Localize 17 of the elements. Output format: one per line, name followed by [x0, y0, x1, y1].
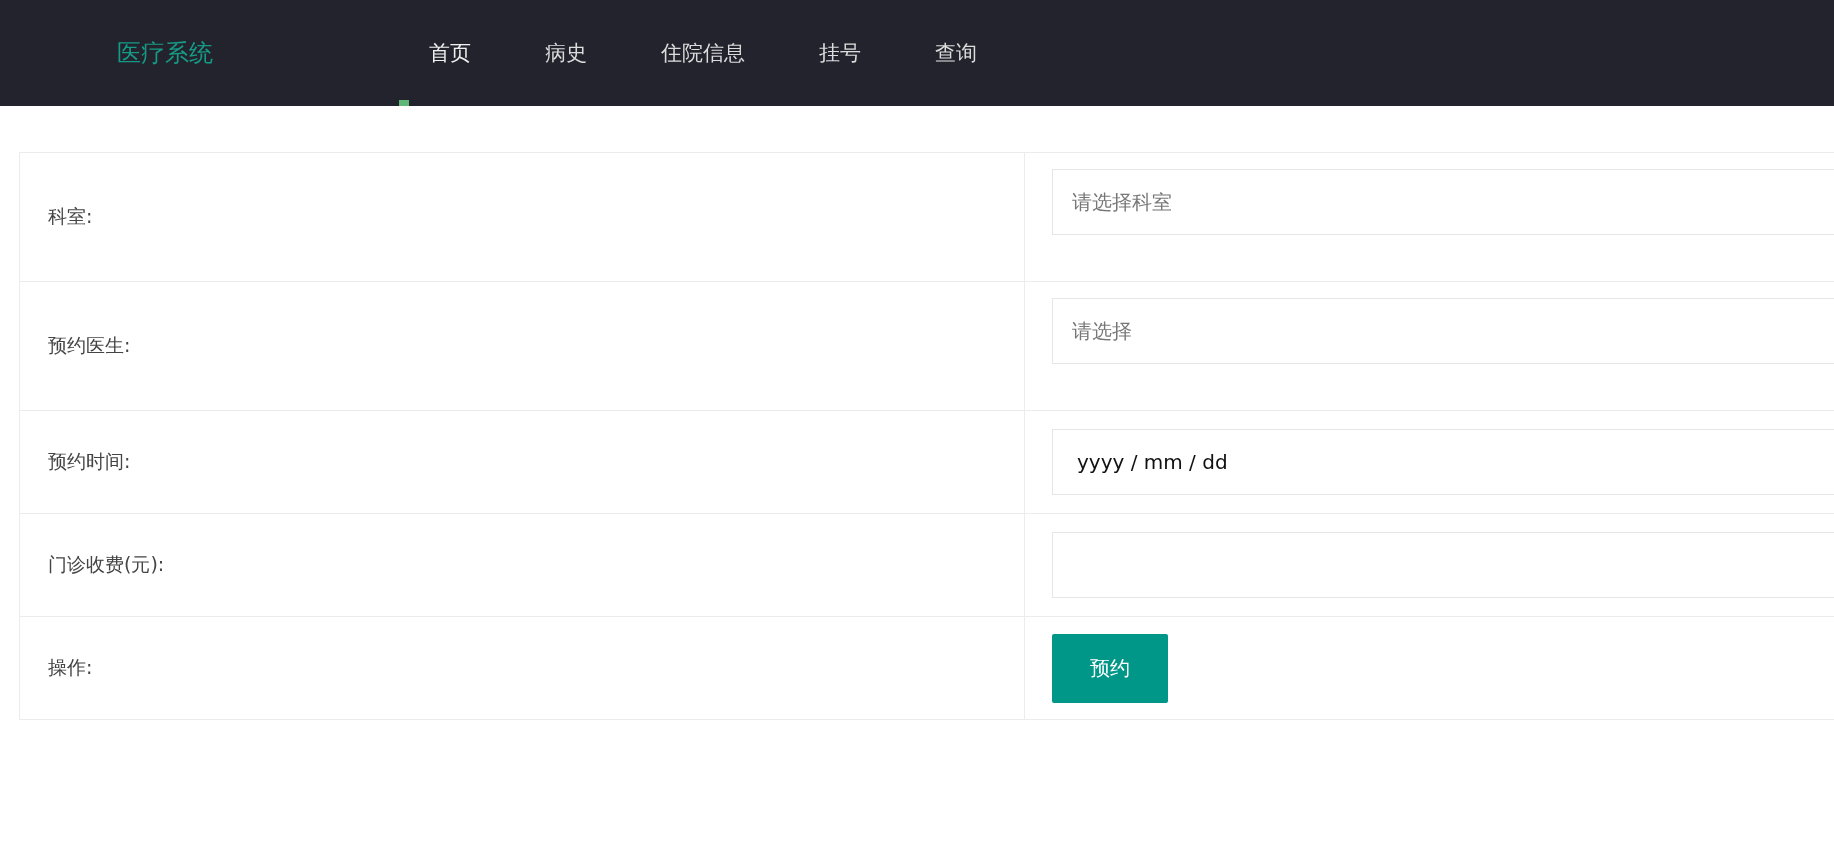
field-label: 操作:	[48, 656, 93, 678]
select-field[interactable]: 请选择科室	[1052, 169, 1834, 235]
active-tab-indicator	[399, 100, 409, 106]
field-label: 科室:	[48, 205, 93, 227]
submit-button[interactable]: 预约	[1052, 633, 1168, 703]
nav-tab[interactable]: 查询	[898, 0, 1014, 106]
field-label: 预约时间:	[48, 450, 131, 472]
nav-tab[interactable]: 首页	[429, 0, 508, 106]
input-field[interactable]	[1052, 532, 1834, 598]
select-field[interactable]: 请选择	[1052, 298, 1834, 364]
nav-tab[interactable]: 住院信息	[624, 0, 782, 106]
nav-tab[interactable]: 挂号	[782, 0, 898, 106]
field-label: 门诊收费(元):	[48, 553, 165, 575]
logo-text[interactable]: 医疗系统	[117, 37, 429, 69]
nav-tab[interactable]: 病史	[508, 0, 624, 106]
date-field[interactable]: yyyy / mm / dd	[1052, 429, 1834, 495]
field-label: 预约医生:	[48, 334, 131, 356]
